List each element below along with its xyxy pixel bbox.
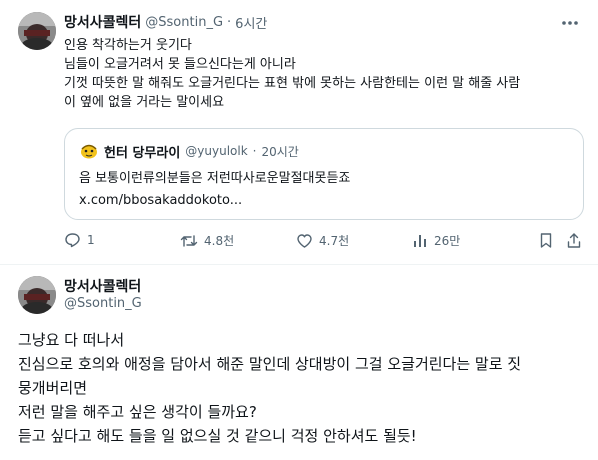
quote-text: 음 보통이런류의분들은 저런따사로운말절대못듣죠	[79, 171, 351, 186]
quote-author-name: 헌터 당무라이	[104, 145, 181, 161]
reply-action[interactable]: 1	[64, 232, 95, 248]
retweet-icon	[180, 234, 198, 247]
retweet-count: 4.8천	[204, 234, 235, 248]
more-horizontal-icon	[562, 21, 578, 25]
avatar-image	[18, 12, 56, 50]
reply-author-handle[interactable]: @Ssontin_G	[64, 296, 142, 311]
reply-author-name[interactable]: 망서사콜렉터	[64, 276, 141, 296]
share-button[interactable]	[566, 232, 582, 253]
tweet-avatar[interactable]	[18, 12, 56, 50]
quote-avatar-image	[79, 141, 99, 161]
tweet-divider	[0, 264, 598, 265]
quote-header: 헌터 당무라이 @yuyulolk · 20시간	[79, 141, 299, 161]
reply-line: 뭉개버리면	[18, 379, 88, 397]
author-name[interactable]: 망서사콜렉터	[64, 12, 141, 32]
tweet-time[interactable]: 6시간	[235, 13, 267, 32]
more-options-button[interactable]	[558, 12, 582, 34]
time-separator: ·	[227, 14, 232, 30]
retweet-action[interactable]: 4.8천	[180, 232, 234, 249]
tweet-header: 망서사콜렉터 @Ssontin_G · 6시간	[64, 12, 267, 32]
reply-line: 진심으로 호의와 애정을 담아서 해준 말인데 상대방이 그걸 오글거린다는 말…	[18, 355, 522, 373]
reply-count: 1	[87, 233, 95, 247]
quote-author-handle: @yuyulolk	[185, 144, 248, 158]
quote-time: 20시간	[261, 144, 299, 159]
bookmark-icon	[540, 233, 552, 248]
reply-line: 저런 말을 해주고 싶은 생각이 들까요?	[18, 403, 257, 421]
heart-icon	[297, 233, 312, 248]
views-action[interactable]: 26만	[412, 232, 460, 249]
tweet-text: 인용 착각하는거 웃기다 님들이 오글거려서 못 들으신다는게 아니라 기껏 따…	[64, 36, 520, 112]
quote-link[interactable]: x.com/bbosakaddokoto...	[79, 191, 242, 210]
tweet-line: 인용 착각하는거 웃기다	[64, 38, 192, 53]
bookmark-button[interactable]	[538, 232, 554, 253]
like-count: 4.7천	[319, 234, 350, 248]
reply-avatar[interactable]	[18, 276, 56, 314]
share-icon	[567, 233, 581, 248]
reply-line: 그냥요 다 떠나서	[18, 331, 125, 349]
tweet-line: 기껏 따뜻한 말 해줘도 오글거린다는 표현 밖에 못하는 사람한테는 이런 말…	[64, 76, 521, 91]
reply-avatar-image	[18, 276, 56, 314]
reply-text: 그냥요 다 떠나서 진심으로 호의와 애정을 담아서 해준 말인데 상대방이 그…	[18, 328, 521, 448]
views-count: 26만	[434, 234, 461, 248]
tweet-line: 님들이 오글거려서 못 들으신다는게 아니라	[64, 57, 296, 72]
tweet-line: 이 옆에 없을 거라는 말이세요	[64, 95, 225, 110]
reply-icon	[65, 233, 80, 248]
like-action[interactable]: 4.7천	[296, 232, 349, 249]
author-handle[interactable]: @Ssontin_G	[145, 15, 223, 30]
quote-time-separator: ·	[252, 144, 257, 158]
views-icon	[414, 234, 426, 247]
reply-line: 듣고 싶다고 해도 들을 일 없으실 것 같으니 걱정 안하셔도 될듯!	[18, 427, 417, 445]
quote-avatar	[79, 141, 99, 161]
quote-tweet-card[interactable]: 헌터 당무라이 @yuyulolk · 20시간 음 보통이런류의분들은 저런따…	[64, 128, 584, 220]
